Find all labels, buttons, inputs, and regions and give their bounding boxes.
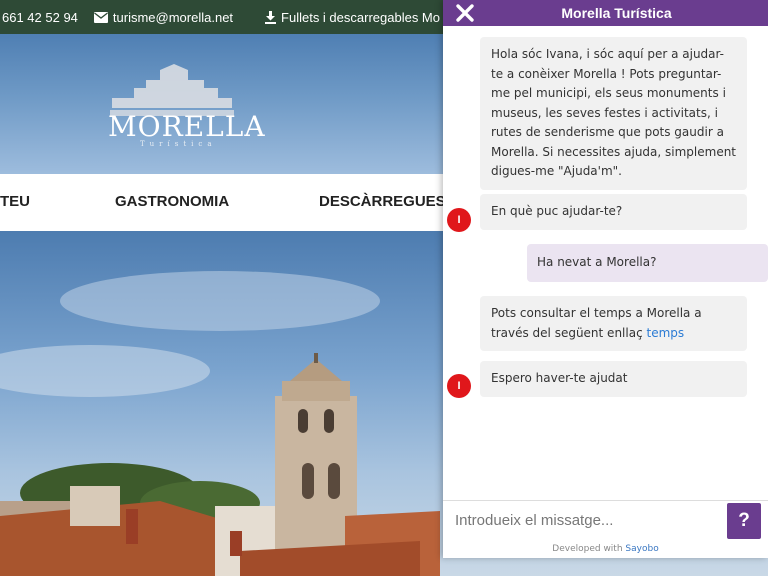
chat-header: Morella Turística [443, 0, 768, 26]
bot-message: En què puc ajudar-te? [480, 194, 747, 230]
nav-item-descarregues[interactable]: DESCÀRREGUES [319, 193, 446, 210]
weather-link[interactable]: temps [647, 326, 685, 340]
bot-message: Espero haver-te ajudat [480, 361, 747, 397]
help-button[interactable]: ? [727, 503, 761, 539]
envelope-icon [93, 11, 108, 23]
developed-with-label: Developed with [552, 544, 623, 554]
nav-item-teu[interactable]: TEU [0, 193, 30, 210]
chat-title: Morella Turística [561, 5, 672, 21]
message-list: Hola sóc Ivana, i sóc aquí per a ajudar-… [443, 26, 768, 500]
downloads-link[interactable]: Fullets i descarregables Mo [265, 10, 440, 25]
phone-contact[interactable]: 661 42 52 94 [2, 10, 78, 25]
logo-tagline: Turística [140, 140, 217, 148]
close-icon[interactable] [455, 2, 475, 24]
bot-message: Hola sóc Ivana, i sóc aquí per a ajudar-… [480, 37, 747, 190]
nav-item-gastronomia[interactable]: GASTRONOMIA [115, 193, 229, 210]
bot-avatar: I [447, 374, 471, 398]
user-message: Ha nevat a Morella? [527, 244, 768, 282]
bot-message: Pots consultar el temps a Morella a trav… [480, 296, 747, 351]
bot-avatar: I [447, 208, 471, 232]
powered-by: Developed with Sayobo [443, 540, 768, 558]
message-input[interactable] [443, 501, 727, 540]
chat-input-row: ? [443, 500, 768, 540]
email-label: turisme@morella.net [112, 9, 234, 25]
chat-widget: Morella Turística Hola sóc Ivana, i sóc … [443, 0, 768, 558]
logo-text: MORELLA [108, 110, 266, 143]
email-contact[interactable]: turisme@morella.net [93, 9, 234, 25]
download-icon [265, 10, 277, 24]
sayobo-link[interactable]: Sayobo [625, 544, 658, 554]
phone-label: 661 42 52 94 [2, 9, 78, 25]
downloads-label: Fullets i descarregables Mo [281, 9, 440, 25]
